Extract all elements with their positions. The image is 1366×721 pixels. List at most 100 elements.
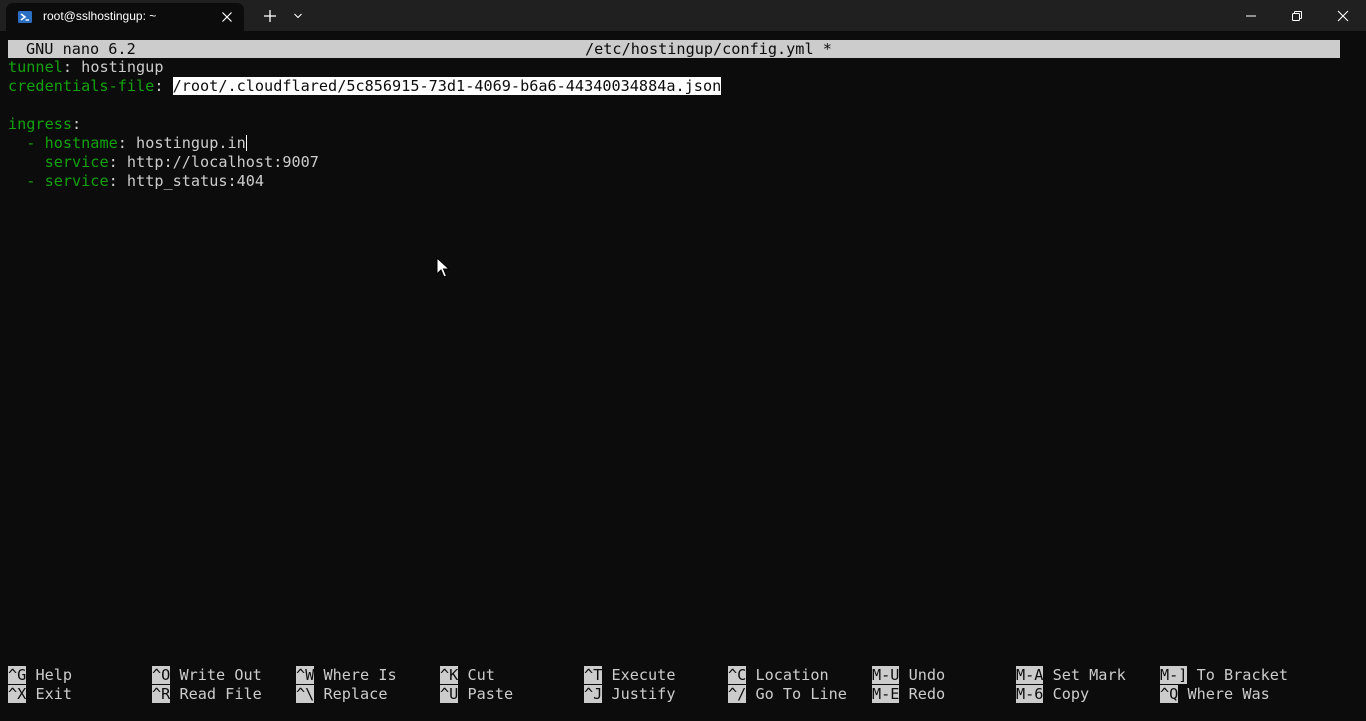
new-tab-button[interactable] <box>258 0 282 31</box>
shortcut-label: Paste <box>467 685 514 703</box>
minimize-icon <box>1246 15 1256 16</box>
text-caret <box>245 135 247 151</box>
minimize-button[interactable] <box>1228 0 1274 31</box>
shortcut-label: Go To Line <box>755 685 847 703</box>
editor-line-2[interactable]: credentials-file: /root/.cloudflared/5c8… <box>8 77 722 96</box>
yaml-key: tunnel <box>8 58 63 76</box>
editor-line-7[interactable]: - service: http_status:404 <box>8 172 264 191</box>
shortcut-redo[interactable]: M-E Redo <box>872 685 945 704</box>
shortcut-label: Set Mark <box>1052 666 1126 684</box>
shortcut-label: Redo <box>908 685 946 703</box>
shortcut-label: Execute <box>611 666 676 684</box>
nano-version: GNU nano 6.2 <box>26 40 136 58</box>
shortcut-label: Location <box>755 666 829 684</box>
shortcut-label: Where Is <box>323 666 397 684</box>
yaml-key: ingress <box>8 115 73 133</box>
shortcut-label: Cut <box>467 666 495 684</box>
shortcut-label: Help <box>35 666 73 684</box>
shortcut-label: Exit <box>35 685 73 703</box>
list-dash: - <box>26 172 45 190</box>
shortcut-to-bracket[interactable]: M-] To Bracket <box>1160 666 1288 685</box>
shortcut-exit[interactable]: ^X Exit <box>8 685 72 704</box>
yaml-separator: : <box>117 134 137 152</box>
shortcut-paste[interactable]: ^U Paste <box>440 685 513 704</box>
yaml-separator: : <box>108 172 127 190</box>
shortcut-key: M-] <box>1160 666 1188 684</box>
shortcut-label: Read File <box>179 685 262 703</box>
shortcut-label: Replace <box>323 685 388 703</box>
editor-line-1[interactable]: tunnel: hostingup <box>8 58 163 77</box>
shortcut-key: ^J <box>584 685 603 703</box>
yaml-separator: : <box>108 153 127 171</box>
shortcut-label: Justify <box>611 685 676 703</box>
close-tab-icon[interactable] <box>219 9 235 25</box>
shortcut-location[interactable]: ^C Location <box>728 666 829 685</box>
shortcut-key: M-U <box>872 666 900 684</box>
yaml-value: http_status:404 <box>126 172 265 190</box>
close-icon <box>1337 10 1349 21</box>
shortcut-undo[interactable]: M-U Undo <box>872 666 945 685</box>
shortcut-key: ^U <box>440 685 459 703</box>
shortcut-key: ^R <box>152 685 171 703</box>
shortcut-key: M-6 <box>1016 685 1044 703</box>
yaml-key: service <box>44 172 109 190</box>
shortcut-key: ^C <box>728 666 747 684</box>
shortcut-key: ^T <box>584 666 603 684</box>
shortcut-label: Where Was <box>1187 685 1270 703</box>
editor-line-5[interactable]: - hostname: hostingup.in <box>8 134 247 153</box>
restore-icon <box>1292 10 1302 21</box>
shortcut-key: ^G <box>8 666 27 684</box>
yaml-value: hostingup.in <box>136 134 246 152</box>
shortcut-read-file[interactable]: ^R Read File <box>152 685 262 704</box>
shortcut-label: Copy <box>1052 685 1090 703</box>
window-titlebar: root@sslhostingup: ~ <box>0 0 1366 31</box>
selected-text: /root/.cloudflared/5c856915-73d1-4069-b6… <box>172 77 722 95</box>
shortcut-label: Write Out <box>179 666 262 684</box>
yaml-value: hostingup <box>81 58 164 76</box>
shortcut-go-to-line[interactable]: ^/ Go To Line <box>728 685 847 704</box>
shortcut-key: ^\ <box>296 685 315 703</box>
shortcut-label: To Bracket <box>1196 666 1289 684</box>
close-window-button[interactable] <box>1320 0 1366 31</box>
yaml-key: hostname <box>44 134 118 152</box>
tab-title: root@sslhostingup: ~ <box>43 9 157 23</box>
yaml-value: http://localhost:9007 <box>126 153 319 171</box>
plus-icon <box>264 9 276 22</box>
list-dash: - <box>26 134 45 152</box>
shortcut-key: ^/ <box>728 685 747 703</box>
shortcut-write-out[interactable]: ^O Write Out <box>152 666 262 685</box>
shortcut-replace[interactable]: ^\ Replace <box>296 685 387 704</box>
shortcut-where-was[interactable]: ^Q Where Was <box>1160 685 1270 704</box>
shortcut-label: Undo <box>908 666 946 684</box>
shortcut-execute[interactable]: ^T Execute <box>584 666 675 685</box>
mouse-pointer-icon <box>436 257 450 278</box>
shortcut-help[interactable]: ^G Help <box>8 666 72 685</box>
nano-filename: /etc/hostingup/config.yml * <box>585 40 832 58</box>
editor-line-6[interactable]: service: http://localhost:9007 <box>8 153 319 172</box>
yaml-separator: : <box>72 115 82 133</box>
yaml-key: service <box>44 153 109 171</box>
yaml-separator: : <box>62 58 82 76</box>
shortcut-key: M-E <box>872 685 900 703</box>
restore-button[interactable] <box>1274 0 1320 31</box>
tab-dropdown-button[interactable] <box>288 0 308 31</box>
shortcut-key: ^X <box>8 685 27 703</box>
shortcut-cut[interactable]: ^K Cut <box>440 666 495 685</box>
terminal-tab[interactable]: root@sslhostingup: ~ <box>6 3 244 31</box>
shortcut-key: ^O <box>152 666 171 684</box>
editor-line-4[interactable]: ingress: <box>8 115 81 134</box>
shortcut-set-mark[interactable]: M-A Set Mark <box>1016 666 1126 685</box>
shortcut-key: ^W <box>296 666 315 684</box>
shortcut-justify[interactable]: ^J Justify <box>584 685 675 704</box>
shortcut-key: ^Q <box>1160 685 1179 703</box>
powershell-icon <box>18 11 32 23</box>
shortcut-key: M-A <box>1016 666 1044 684</box>
shortcut-key: ^K <box>440 666 459 684</box>
shortcut-where-is[interactable]: ^W Where Is <box>296 666 397 685</box>
chevron-down-icon <box>294 13 302 18</box>
yaml-separator: : <box>154 77 173 95</box>
shortcut-copy[interactable]: M-6 Copy <box>1016 685 1089 704</box>
